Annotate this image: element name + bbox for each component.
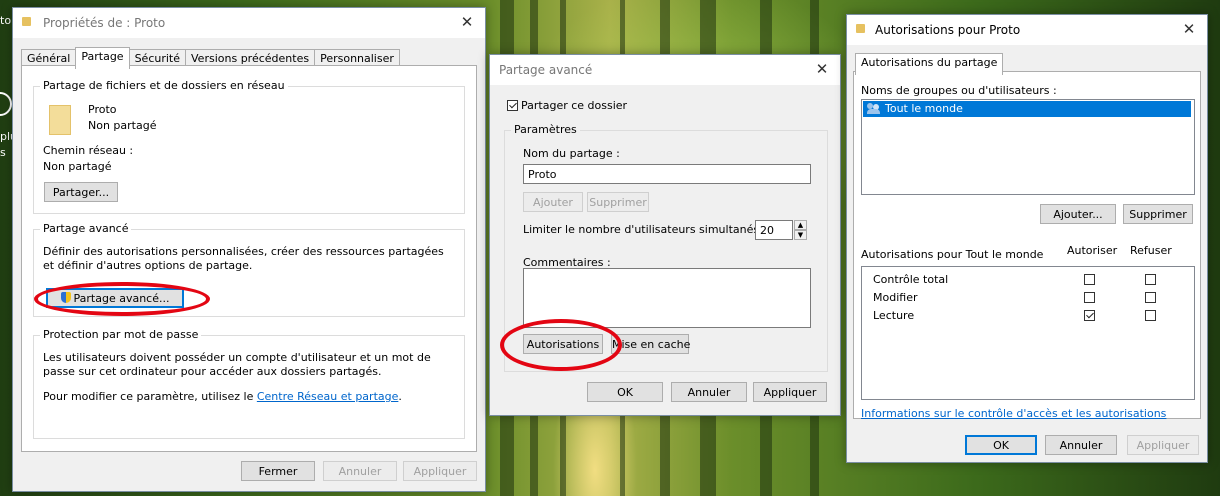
- cancel-button[interactable]: Annuler: [323, 461, 397, 481]
- advanced-sharing-group: Partage avancé Définir des autorisations…: [33, 222, 465, 317]
- spin-up-icon[interactable]: ▲: [794, 220, 807, 230]
- folder-icon: [856, 24, 865, 33]
- permission-name: Modifier: [873, 291, 918, 304]
- advanced-sharing-label: Partage avancé...: [73, 292, 170, 305]
- advanced-sharing-button[interactable]: Partage avancé...: [46, 288, 184, 308]
- properties-titlebar[interactable]: Propriétés de : Proto ✕: [13, 8, 485, 38]
- allow-checkbox[interactable]: [1084, 310, 1095, 321]
- share-folder-label: Partager ce dossier: [521, 99, 628, 112]
- ok-button[interactable]: OK: [587, 382, 663, 402]
- comments-field[interactable]: [523, 268, 811, 328]
- cancel-button[interactable]: Annuler: [671, 382, 747, 402]
- advanced-sharing-window: Partage avancé ✕ Partager ce dossier Par…: [489, 54, 841, 416]
- user-limit-label: Limiter le nombre d'utilisateurs simulta…: [523, 223, 777, 236]
- group-title: Partage de fichiers et de dossiers en ré…: [40, 79, 288, 92]
- close-icon[interactable]: ✕: [457, 12, 477, 32]
- caching-button[interactable]: Mise en cache: [611, 334, 690, 354]
- share-name-field[interactable]: Proto: [523, 164, 811, 184]
- apply-button[interactable]: Appliquer: [403, 461, 477, 481]
- share-button[interactable]: Partager...: [44, 182, 118, 202]
- permissions-tabs: Autorisations du partage: [855, 53, 1004, 75]
- group-title: Partage avancé: [40, 222, 132, 235]
- spin-down-icon[interactable]: ▼: [794, 230, 807, 240]
- network-path-value: Non partagé: [43, 160, 112, 173]
- desktop-icon-label: s: [0, 146, 6, 159]
- deny-column-header: Refuser: [1130, 244, 1172, 257]
- settings-group: Paramètres Nom du partage : Proto Ajoute…: [504, 123, 828, 372]
- network-sharing-group: Partage de fichiers et de dossiers en ré…: [33, 79, 465, 214]
- advanced-description: Définir des autorisations personnalisées…: [43, 245, 444, 272]
- folder-icon: [22, 17, 31, 26]
- group-name: Tout le monde: [885, 102, 963, 115]
- desktop-icon-label: to: [0, 14, 12, 27]
- group-title: Protection par mot de passe: [40, 328, 202, 341]
- window-title: Partage avancé: [499, 63, 593, 77]
- password-protection-group: Protection par mot de passe Les utilisat…: [33, 328, 465, 439]
- cancel-button[interactable]: Annuler: [1045, 435, 1117, 455]
- tab-share-permissions[interactable]: Autorisations du partage: [855, 53, 1004, 75]
- permissions-window: Autorisations pour Proto ✕ Autorisations…: [846, 14, 1208, 463]
- tab-sharing[interactable]: Partage: [75, 47, 130, 69]
- network-path-label: Chemin réseau :: [43, 144, 134, 157]
- allow-checkbox[interactable]: [1084, 274, 1095, 285]
- users-icon: [867, 103, 881, 115]
- permission-name: Lecture: [873, 309, 915, 322]
- permissions-titlebar[interactable]: Autorisations pour Proto ✕: [847, 15, 1207, 45]
- ok-button[interactable]: OK: [965, 435, 1037, 455]
- permissions-button[interactable]: Autorisations: [523, 334, 603, 354]
- uac-shield-icon: [60, 292, 71, 303]
- window-title: Propriétés de : Proto: [43, 16, 166, 30]
- allow-checkbox[interactable]: [1084, 292, 1095, 303]
- sharing-panel: Partage de fichiers et de dossiers en ré…: [21, 65, 477, 452]
- permissions-header: Autorisations pour Tout le monde: [861, 248, 1044, 261]
- permissions-panel: Noms de groupes ou d'utilisateurs : Tout…: [853, 71, 1201, 419]
- list-item[interactable]: Tout le monde: [863, 101, 1191, 117]
- group-title: Paramètres: [511, 123, 580, 136]
- deny-checkbox[interactable]: [1145, 274, 1156, 285]
- add-button[interactable]: Ajouter...: [1040, 204, 1116, 224]
- permission-name: Contrôle total: [873, 273, 949, 286]
- apply-button[interactable]: Appliquer: [1127, 435, 1199, 455]
- groups-list[interactable]: Tout le monde: [861, 99, 1195, 195]
- access-control-info-link[interactable]: Informations sur le contrôle d'accès et …: [861, 407, 1166, 420]
- window-title: Autorisations pour Proto: [875, 23, 1021, 37]
- advanced-titlebar[interactable]: Partage avancé ✕: [490, 55, 840, 85]
- close-icon[interactable]: ✕: [812, 59, 832, 79]
- groups-label: Noms de groupes ou d'utilisateurs :: [861, 84, 1057, 97]
- permissions-list: Contrôle total Modifier Lecture: [861, 266, 1195, 400]
- share-folder-checkbox[interactable]: [507, 100, 518, 111]
- allow-column-header: Autoriser: [1067, 244, 1118, 257]
- close-button[interactable]: Fermer: [241, 461, 315, 481]
- deny-checkbox[interactable]: [1145, 292, 1156, 303]
- folder-name: Proto: [88, 103, 117, 116]
- folder-status: Non partagé: [88, 119, 157, 132]
- remove-button[interactable]: Supprimer: [587, 192, 649, 212]
- add-button[interactable]: Ajouter: [523, 192, 583, 212]
- password-description: Les utilisateurs doivent posséder un com…: [43, 351, 431, 378]
- apply-button[interactable]: Appliquer: [753, 382, 827, 402]
- network-center-link[interactable]: Centre Réseau et partage: [257, 390, 399, 403]
- password-change-text: Pour modifier ce paramètre, utilisez le …: [43, 390, 402, 403]
- share-name-label: Nom du partage :: [523, 147, 620, 160]
- folder-icon: [49, 105, 71, 135]
- remove-button[interactable]: Supprimer: [1123, 204, 1193, 224]
- deny-checkbox[interactable]: [1145, 310, 1156, 321]
- user-limit-field[interactable]: 20: [755, 220, 793, 240]
- close-icon[interactable]: ✕: [1179, 19, 1199, 39]
- properties-window: Propriétés de : Proto ✕ Général Partage …: [12, 7, 486, 492]
